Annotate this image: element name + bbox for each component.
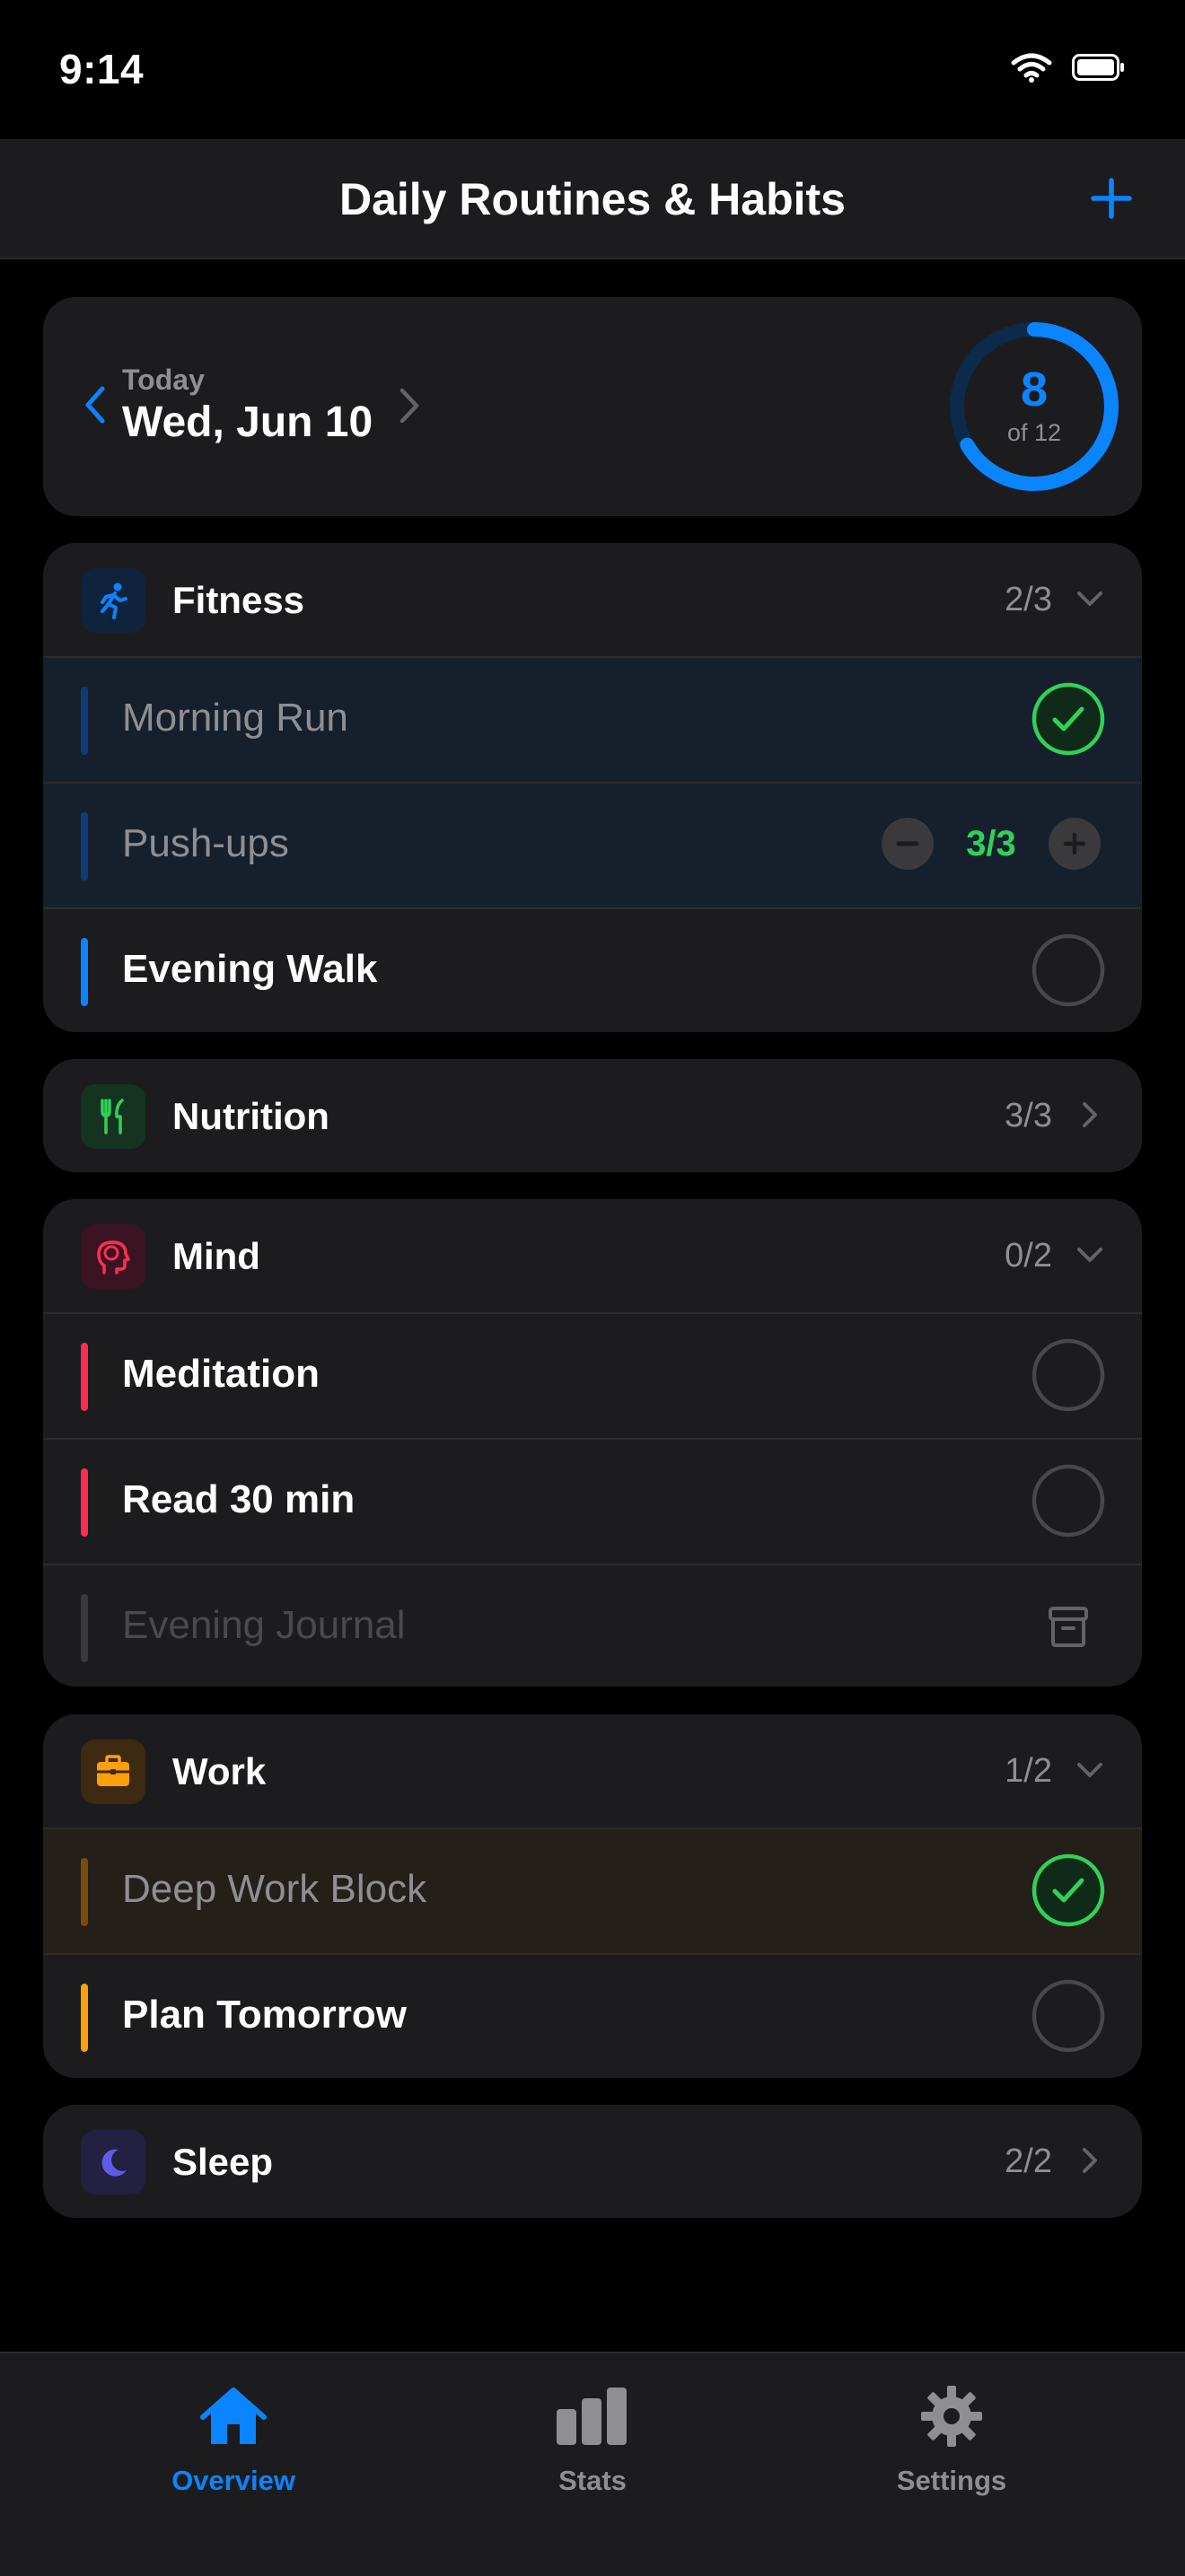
checkmark-icon[interactable] bbox=[1031, 681, 1106, 757]
status-bar: 9:14 bbox=[0, 0, 1185, 139]
status-time: 9:14 bbox=[59, 46, 145, 92]
runner-icon bbox=[81, 568, 145, 633]
section-count: 0/2 bbox=[1005, 1237, 1052, 1275]
list-item[interactable]: Read 30 min bbox=[43, 1438, 1142, 1564]
chevron-right-icon bbox=[1083, 1102, 1097, 1127]
section-count: 2/2 bbox=[1005, 2142, 1052, 2180]
wifi-icon bbox=[1011, 53, 1052, 83]
section-count: 3/3 bbox=[1005, 1097, 1052, 1135]
navigation-bar: Daily Routines & Habits bbox=[0, 139, 1185, 259]
list-item[interactable]: Meditation bbox=[43, 1312, 1142, 1438]
briefcase-icon bbox=[81, 1739, 145, 1804]
brain-head-icon bbox=[81, 1224, 145, 1289]
stepper-value: 3/3 bbox=[966, 823, 1016, 863]
section-sleep[interactable]: Sleep 2/2 bbox=[43, 2105, 1142, 2218]
house-icon bbox=[200, 2388, 267, 2444]
bar-chart-icon bbox=[557, 2388, 627, 2445]
section-name: Work bbox=[172, 1750, 267, 1792]
chevron-down-icon[interactable] bbox=[1074, 1754, 1106, 1786]
empty-checkbox-icon[interactable] bbox=[1031, 1337, 1106, 1413]
chevron-left-icon[interactable] bbox=[77, 380, 113, 430]
list-item[interactable]: Evening Walk bbox=[43, 907, 1142, 1032]
section-name: Fitness bbox=[172, 579, 305, 621]
quantity-stepper: 3/3 bbox=[882, 818, 1101, 870]
date-value: Wed, Jun 10 bbox=[122, 399, 373, 446]
section-name: Mind bbox=[172, 1235, 260, 1277]
section-header-mind[interactable]: Mind 0/2 bbox=[43, 1199, 1142, 1312]
section-count: 2/3 bbox=[1005, 581, 1052, 618]
tab-bar: Overview Stats Settings bbox=[0, 2352, 1185, 2576]
status-icons bbox=[1011, 52, 1126, 83]
color-bar bbox=[81, 1858, 88, 1926]
list-item: Push-ups 3/3 bbox=[43, 782, 1142, 907]
moon-icon bbox=[81, 2130, 145, 2195]
color-bar bbox=[81, 687, 88, 755]
routine-name: Read 30 min bbox=[122, 1477, 356, 1521]
gear-icon bbox=[921, 2386, 982, 2447]
routine-name: Meditation bbox=[122, 1352, 320, 1396]
list-item[interactable]: Deep Work Block bbox=[43, 1827, 1142, 1953]
section-header-nutrition: Nutrition 3/3 bbox=[43, 1059, 1142, 1172]
battery-icon bbox=[1072, 54, 1124, 81]
color-bar bbox=[81, 1468, 88, 1537]
color-bar bbox=[81, 1594, 88, 1662]
routine-name: Evening Walk bbox=[122, 947, 378, 991]
section-mind: Mind 0/2 Meditation Read 30 min Evening … bbox=[43, 1199, 1142, 1687]
list-item[interactable]: Evening Journal bbox=[43, 1564, 1142, 1687]
page-title: Daily Routines & Habits bbox=[339, 174, 846, 224]
tab-label: Stats bbox=[558, 2465, 627, 2496]
section-header-work[interactable]: Work 1/2 bbox=[43, 1714, 1142, 1827]
section-work: Work 1/2 Deep Work Block Plan Tomorrow bbox=[43, 1714, 1142, 2078]
checkmark-icon[interactable] bbox=[1031, 1853, 1106, 1928]
plus-icon bbox=[1063, 832, 1086, 855]
section-header-sleep: Sleep 2/2 bbox=[43, 2105, 1142, 2218]
routine-name: Deep Work Block bbox=[122, 1867, 427, 1911]
plus-icon[interactable] bbox=[1086, 173, 1137, 223]
list-item[interactable]: Plan Tomorrow bbox=[43, 1953, 1142, 2078]
empty-checkbox-icon[interactable] bbox=[1031, 1978, 1106, 2054]
increment-button[interactable] bbox=[1049, 818, 1101, 870]
date-label: Today bbox=[122, 364, 205, 396]
chevron-down-icon[interactable] bbox=[1074, 1239, 1106, 1271]
tab-settings[interactable]: Settings bbox=[844, 2380, 1059, 2497]
tab-label: Overview bbox=[171, 2465, 295, 2496]
chevron-right-icon bbox=[1083, 2148, 1097, 2173]
progress-completed: 8 bbox=[1020, 363, 1049, 416]
archive-icon[interactable] bbox=[1031, 1589, 1106, 1664]
tab-overview[interactable]: Overview bbox=[126, 2380, 341, 2497]
minus-icon bbox=[896, 841, 919, 846]
routine-name: Morning Run bbox=[122, 696, 348, 740]
empty-checkbox-icon[interactable] bbox=[1031, 933, 1106, 1008]
section-name: Sleep bbox=[172, 2141, 274, 2183]
section-fitness: Fitness 2/3 Morning Run Push-ups 3/3 Eve… bbox=[43, 543, 1142, 1032]
section-name: Nutrition bbox=[172, 1095, 329, 1137]
chevron-down-icon[interactable] bbox=[1074, 583, 1106, 615]
date-card: Today Wed, Jun 10 8 of 12 bbox=[43, 297, 1142, 516]
routine-name: Evening Journal bbox=[122, 1603, 406, 1647]
routine-name: Plan Tomorrow bbox=[122, 1993, 407, 2037]
tab-stats[interactable]: Stats bbox=[485, 2380, 700, 2497]
empty-checkbox-icon[interactable] bbox=[1031, 1463, 1106, 1538]
section-count: 1/2 bbox=[1005, 1752, 1052, 1790]
chevron-right-icon[interactable] bbox=[393, 383, 426, 428]
color-bar bbox=[81, 1343, 88, 1411]
progress-total: of 12 bbox=[1006, 419, 1062, 446]
routine-name: Push-ups bbox=[122, 821, 289, 865]
fork-knife-icon bbox=[81, 1084, 145, 1149]
tab-label: Settings bbox=[896, 2465, 1007, 2496]
color-bar bbox=[81, 938, 88, 1006]
color-bar bbox=[81, 1984, 88, 2052]
color-bar bbox=[81, 812, 88, 881]
decrement-button[interactable] bbox=[882, 818, 934, 870]
section-nutrition[interactable]: Nutrition 3/3 bbox=[43, 1059, 1142, 1172]
section-header-fitness[interactable]: Fitness 2/3 bbox=[43, 543, 1142, 656]
progress-ring: 8 of 12 bbox=[946, 319, 1122, 495]
list-item[interactable]: Morning Run bbox=[43, 656, 1142, 782]
